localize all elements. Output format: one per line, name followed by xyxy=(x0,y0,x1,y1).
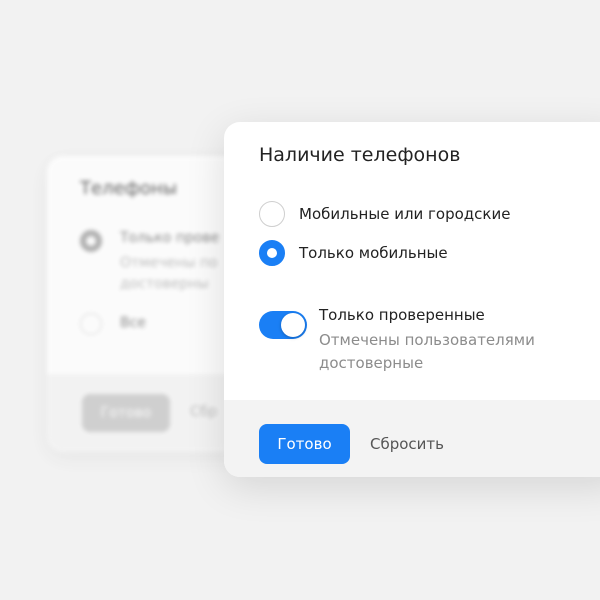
panel-title: Наличие телефонов xyxy=(259,144,461,166)
phone-availability-panel: Наличие телефонов Мобильные или городски… xyxy=(224,122,600,477)
background-option-label: Только прове xyxy=(120,230,220,246)
background-panel-title: Телефоны xyxy=(80,178,178,199)
done-button[interactable]: Готово xyxy=(259,424,350,464)
toggle-description-line-1: Отмечены пользователями xyxy=(319,331,535,349)
panel-footer: Готово Сбросить xyxy=(224,400,600,477)
toggle-description-line-2: достоверные xyxy=(319,354,424,372)
radio-option-mobile-or-landline[interactable]: Мобильные или городские xyxy=(259,201,510,227)
toggle-knob xyxy=(281,313,305,337)
toggle-description: Отмечены пользователями достоверные xyxy=(319,329,535,375)
radio-option-mobile-only[interactable]: Только мобильные xyxy=(259,240,448,266)
background-option-sub-2: достоверны xyxy=(120,276,209,292)
radio-checked-icon[interactable] xyxy=(259,240,285,266)
background-done-button: Готово xyxy=(82,394,170,432)
radio-unchecked-icon[interactable] xyxy=(259,201,285,227)
background-reset-button: Сбр xyxy=(190,404,218,420)
background-option-all-label: Все xyxy=(120,315,146,331)
radio-option-label: Только мобильные xyxy=(299,244,448,262)
radio-option-label: Мобильные или городские xyxy=(299,205,511,223)
background-radio-checked xyxy=(80,230,102,252)
background-option-sub-1: Отмечены по xyxy=(120,255,218,271)
reset-button[interactable]: Сбросить xyxy=(370,424,444,464)
verified-only-toggle[interactable] xyxy=(259,311,307,339)
toggle-label: Только проверенные xyxy=(319,306,485,324)
background-radio-unchecked xyxy=(80,313,102,335)
